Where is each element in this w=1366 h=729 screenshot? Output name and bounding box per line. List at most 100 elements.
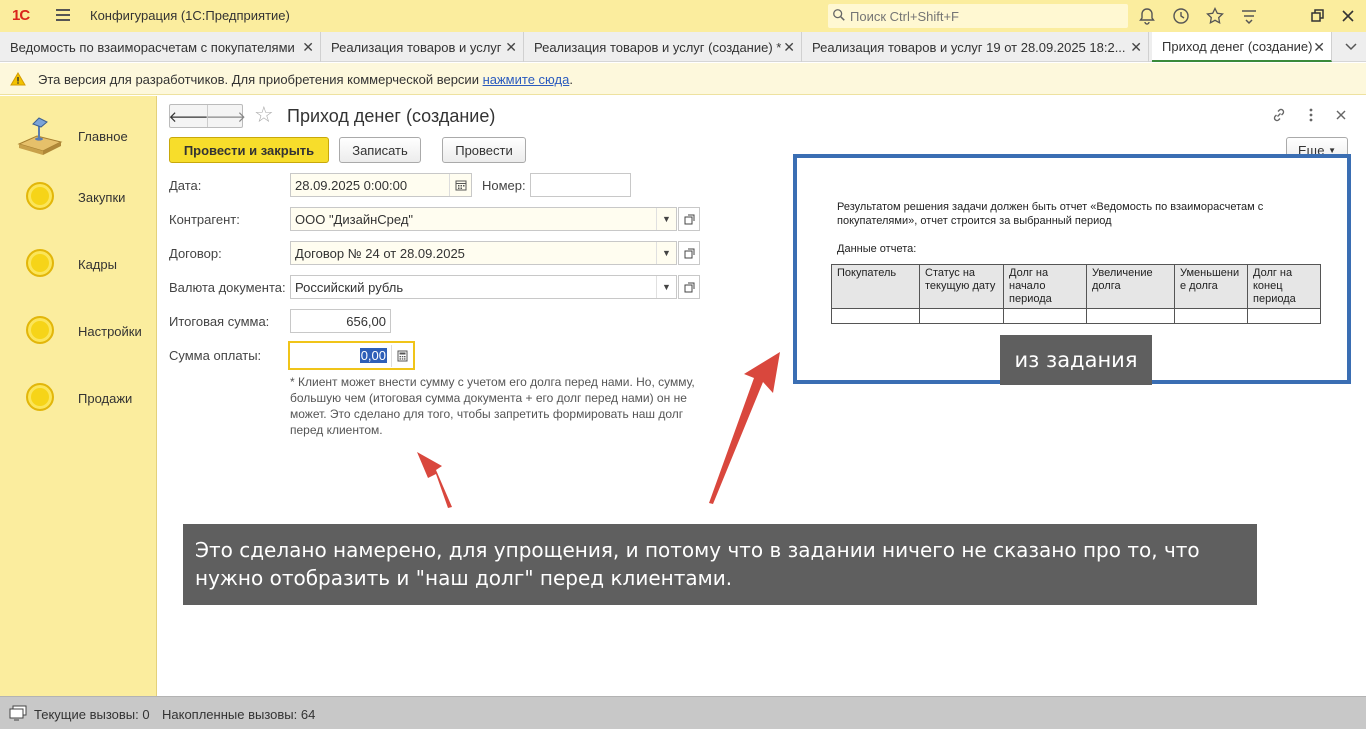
- total-field: 656,00: [290, 309, 391, 333]
- nav-buttons: 🡐 🡒: [168, 104, 246, 128]
- contract-value: Договор № 24 от 28.09.2025: [295, 245, 465, 261]
- total-label: Итоговая сумма:: [169, 314, 270, 329]
- sidebar-item-main[interactable]: Главное: [0, 104, 157, 155]
- close-icon[interactable]: ✕: [783, 39, 795, 56]
- currency-label: Валюта документа:: [169, 280, 286, 295]
- number-label: Номер:: [482, 178, 526, 193]
- column-header: Увеличение долга: [1086, 264, 1175, 309]
- dropdown-arrow-icon[interactable]: ▼: [656, 276, 676, 298]
- sidebar-item-label: Настройки: [78, 324, 142, 339]
- search-input[interactable]: [850, 6, 1120, 26]
- sidebar-item-label: Главное: [78, 129, 128, 144]
- payment-note: * Клиент может внести сумму с учетом его…: [290, 375, 695, 437]
- tab-realizaciya[interactable]: Реализация товаров и услуг ✕: [321, 32, 524, 62]
- payment-value: 0,00: [359, 348, 387, 363]
- column-header: Покупатель: [831, 264, 920, 309]
- desk-lamp-icon: [17, 117, 63, 155]
- tab-label: Реализация товаров и услуг: [331, 39, 502, 55]
- post-and-close-button[interactable]: Провести и закрыть: [169, 137, 329, 163]
- app-title: Конфигурация (1С:Предприятие): [90, 8, 290, 23]
- circle-icon: [26, 249, 54, 277]
- open-counterparty-icon[interactable]: [678, 207, 700, 231]
- chevron-down-icon[interactable]: [1344, 40, 1358, 54]
- close-icon[interactable]: ✕: [302, 39, 314, 56]
- tab-label: Ведомость по взаиморасчетам с покупателя…: [10, 39, 295, 55]
- sidebar-item-staff[interactable]: Кадры: [0, 238, 157, 288]
- tab-vedomost[interactable]: Ведомость по взаиморасчетам с покупателя…: [0, 32, 321, 62]
- open-currency-icon[interactable]: [678, 275, 700, 299]
- main-menu-icon[interactable]: [56, 9, 70, 21]
- circle-icon: [26, 383, 54, 411]
- tab-label: Реализация товаров и услуг (создание) *: [534, 39, 782, 55]
- restore-window-icon[interactable]: [1307, 6, 1327, 26]
- sidebar-item-purchases[interactable]: Закупки: [0, 171, 157, 221]
- app-logo[interactable]: 1С: [12, 7, 30, 24]
- post-button[interactable]: Провести: [442, 137, 526, 163]
- calendar-icon[interactable]: [449, 174, 471, 196]
- report-columns-table: Покупатель Статус на текущую дату Долг н…: [831, 264, 1321, 324]
- close-icon[interactable]: ✕: [1130, 39, 1142, 56]
- currency-field[interactable]: Российский рубль ▼: [290, 275, 677, 299]
- date-field[interactable]: 28.09.2025 0:00:00: [290, 173, 472, 197]
- payment-label: Сумма оплаты:: [169, 348, 262, 363]
- tab-label: Реализация товаров и услуг 19 от 28.09.2…: [812, 39, 1126, 55]
- payment-field[interactable]: 0,00: [288, 341, 415, 370]
- close-form-icon[interactable]: [1333, 107, 1349, 123]
- contract-field[interactable]: Договор № 24 от 28.09.2025 ▼: [290, 241, 677, 265]
- table-header-row: Покупатель Статус на текущую дату Долг н…: [831, 264, 1321, 309]
- tab-bar: Ведомость по взаиморасчетам с покупателя…: [0, 32, 1366, 62]
- more-vertical-icon[interactable]: [1303, 107, 1319, 123]
- star-icon[interactable]: [1205, 6, 1225, 26]
- sidebar-item-sales[interactable]: Продажи: [0, 372, 157, 422]
- tab-label: Приход денег (создание): [1162, 38, 1313, 54]
- top-bar: 1С Конфигурация (1С:Предприятие): [0, 0, 1366, 32]
- dropdown-arrow-icon[interactable]: ▼: [656, 208, 676, 230]
- column-header: Долг на начало периода: [1003, 264, 1087, 309]
- date-label: Дата:: [169, 178, 202, 193]
- favorite-star-icon[interactable]: ☆: [254, 104, 274, 126]
- sidebar: Главное Закупки Кадры Настройки Продажи: [0, 96, 157, 696]
- warning-suffix: .: [569, 72, 573, 87]
- settings-icon[interactable]: [1239, 6, 1259, 26]
- dropdown-arrow-icon[interactable]: ▼: [656, 242, 676, 264]
- table-row: [831, 308, 1321, 324]
- close-icon[interactable]: ✕: [505, 39, 517, 56]
- date-value: 28.09.2025 0:00:00: [295, 177, 408, 193]
- sidebar-item-label: Закупки: [78, 190, 126, 205]
- save-button[interactable]: Записать: [339, 137, 421, 163]
- calculator-icon[interactable]: [391, 345, 413, 367]
- sidebar-item-settings[interactable]: Настройки: [0, 305, 157, 355]
- close-icon[interactable]: [1338, 6, 1358, 26]
- sidebar-item-label: Кадры: [78, 257, 117, 272]
- monitor-icon[interactable]: [8, 705, 28, 721]
- contract-label: Договор:: [169, 246, 222, 261]
- close-icon[interactable]: ✕: [1313, 39, 1325, 56]
- status-bar: Текущие вызовы: 0 Накопленные вызовы: 64: [0, 696, 1366, 729]
- warning-message: Эта версия для разработчиков. Для приобр…: [38, 72, 483, 87]
- bell-icon[interactable]: [1137, 6, 1157, 26]
- accumulated-calls: Накопленные вызовы: 64: [162, 707, 316, 722]
- current-calls: Текущие вызовы: 0: [34, 707, 150, 722]
- counterparty-field[interactable]: ООО "ДизайнСред" ▼: [290, 207, 677, 231]
- back-arrow-icon[interactable]: 🡐: [168, 105, 208, 127]
- history-icon[interactable]: [1171, 6, 1191, 26]
- circle-icon: [26, 182, 54, 210]
- warning-bar: Эта версия для разработчиков. Для приобр…: [0, 63, 1366, 95]
- column-header: Уменьшени е долга: [1174, 264, 1248, 309]
- tab-realizaciya-create[interactable]: Реализация товаров и услуг (создание) * ✕: [524, 32, 802, 62]
- forward-arrow-icon[interactable]: 🡒: [206, 105, 246, 127]
- circle-icon: [26, 316, 54, 344]
- warning-icon: [10, 72, 26, 86]
- purchase-link[interactable]: нажмите сюда: [483, 72, 570, 87]
- number-field[interactable]: [530, 173, 631, 197]
- link-icon[interactable]: [1271, 107, 1287, 123]
- counterparty-label: Контрагент:: [169, 212, 240, 227]
- task-subtitle: Данные отчета:: [837, 243, 917, 255]
- task-caption: из задания: [1000, 335, 1152, 385]
- tab-prihod-deneg[interactable]: Приход денег (создание) ✕: [1152, 32, 1332, 62]
- search-box[interactable]: [828, 4, 1128, 28]
- page-title: Приход денег (создание): [287, 106, 496, 126]
- open-contract-icon[interactable]: [678, 241, 700, 265]
- sidebar-item-label: Продажи: [78, 391, 133, 406]
- tab-realizaciya-19[interactable]: Реализация товаров и услуг 19 от 28.09.2…: [802, 32, 1149, 62]
